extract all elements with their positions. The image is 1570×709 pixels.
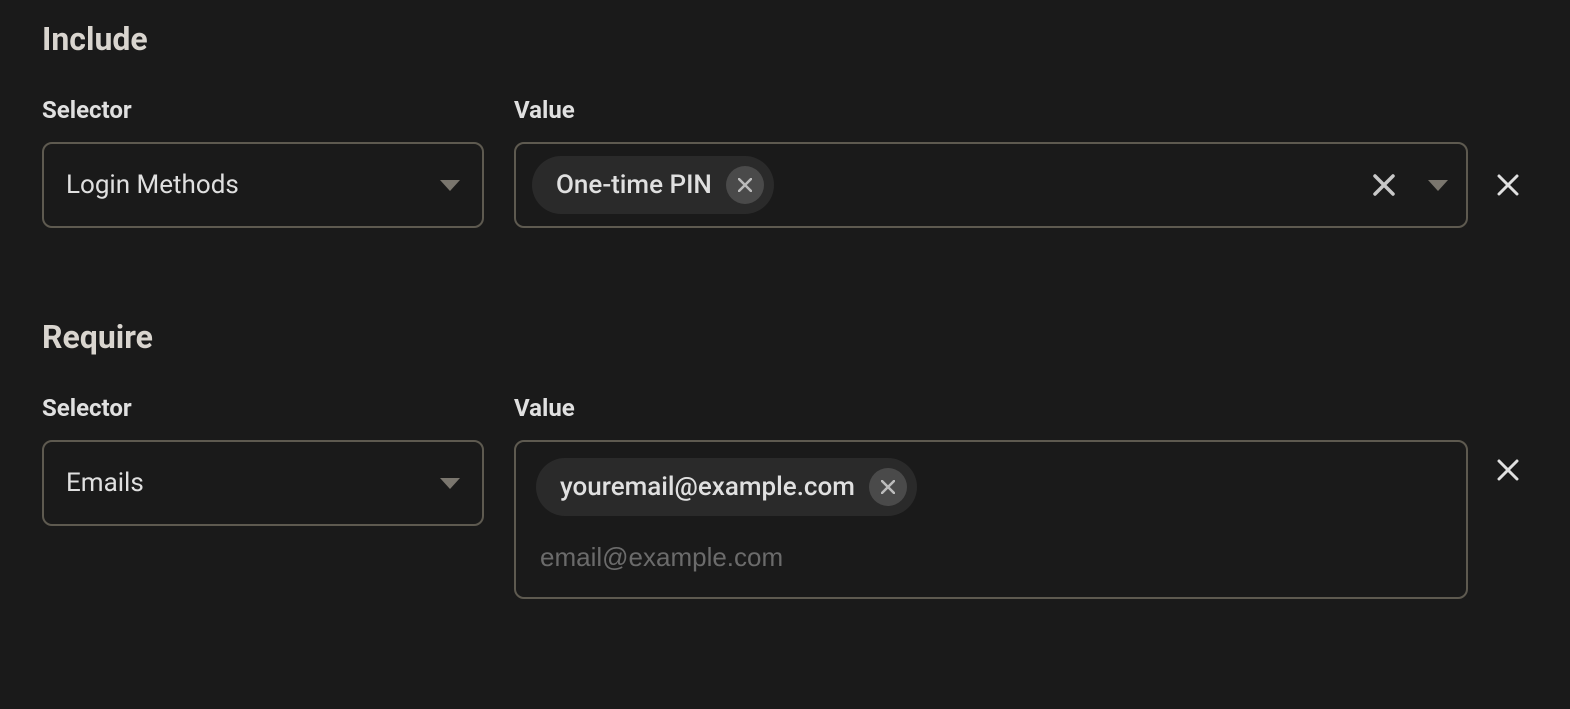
close-icon bbox=[1497, 459, 1519, 481]
include-selector-value: Login Methods bbox=[66, 170, 239, 200]
include-section: Include Selector Login Methods Value One… bbox=[42, 20, 1528, 228]
remove-rule-button[interactable] bbox=[1488, 142, 1528, 228]
multiselect-controls bbox=[1372, 173, 1448, 197]
require-value-label: Value bbox=[514, 394, 1528, 422]
include-value-group: Value One-time PIN bbox=[514, 96, 1528, 228]
include-selector-label: Selector bbox=[42, 96, 484, 124]
include-field-row: Selector Login Methods Value One-time PI… bbox=[42, 96, 1528, 228]
close-icon bbox=[1497, 174, 1519, 196]
require-selector-group: Selector Emails bbox=[42, 394, 484, 526]
chip-remove-button[interactable] bbox=[869, 468, 907, 506]
remove-rule-button[interactable] bbox=[1488, 440, 1528, 500]
include-title: Include bbox=[42, 20, 1528, 58]
clear-all-button[interactable] bbox=[1372, 173, 1396, 197]
chevron-down-icon bbox=[440, 180, 460, 191]
require-selector-label: Selector bbox=[42, 394, 484, 422]
chevron-down-icon bbox=[440, 478, 460, 489]
require-selector-value: Emails bbox=[66, 468, 144, 498]
include-value-multiselect[interactable]: One-time PIN bbox=[514, 142, 1468, 228]
include-value-label: Value bbox=[514, 96, 1528, 124]
chip-label: One-time PIN bbox=[556, 170, 712, 200]
require-value-group: Value youremail@example.com bbox=[514, 394, 1528, 599]
include-selector-group: Selector Login Methods bbox=[42, 96, 484, 228]
require-value-chip: youremail@example.com bbox=[536, 458, 917, 516]
chip-remove-button[interactable] bbox=[726, 166, 764, 204]
require-title: Require bbox=[42, 318, 1528, 356]
require-value-multiselect[interactable]: youremail@example.com bbox=[514, 440, 1468, 599]
require-field-row: Selector Emails Value youremail@example.… bbox=[42, 394, 1528, 599]
email-input[interactable] bbox=[536, 528, 1446, 581]
require-selector-dropdown[interactable]: Emails bbox=[42, 440, 484, 526]
close-icon bbox=[881, 480, 895, 494]
include-value-chip: One-time PIN bbox=[532, 156, 774, 214]
chips-row: youremail@example.com bbox=[536, 458, 1446, 516]
close-icon bbox=[738, 178, 752, 192]
chip-label: youremail@example.com bbox=[560, 472, 855, 502]
close-icon bbox=[1372, 173, 1396, 197]
require-section: Require Selector Emails Value youremail@… bbox=[42, 318, 1528, 599]
chevron-down-icon bbox=[1428, 180, 1448, 191]
include-selector-dropdown[interactable]: Login Methods bbox=[42, 142, 484, 228]
